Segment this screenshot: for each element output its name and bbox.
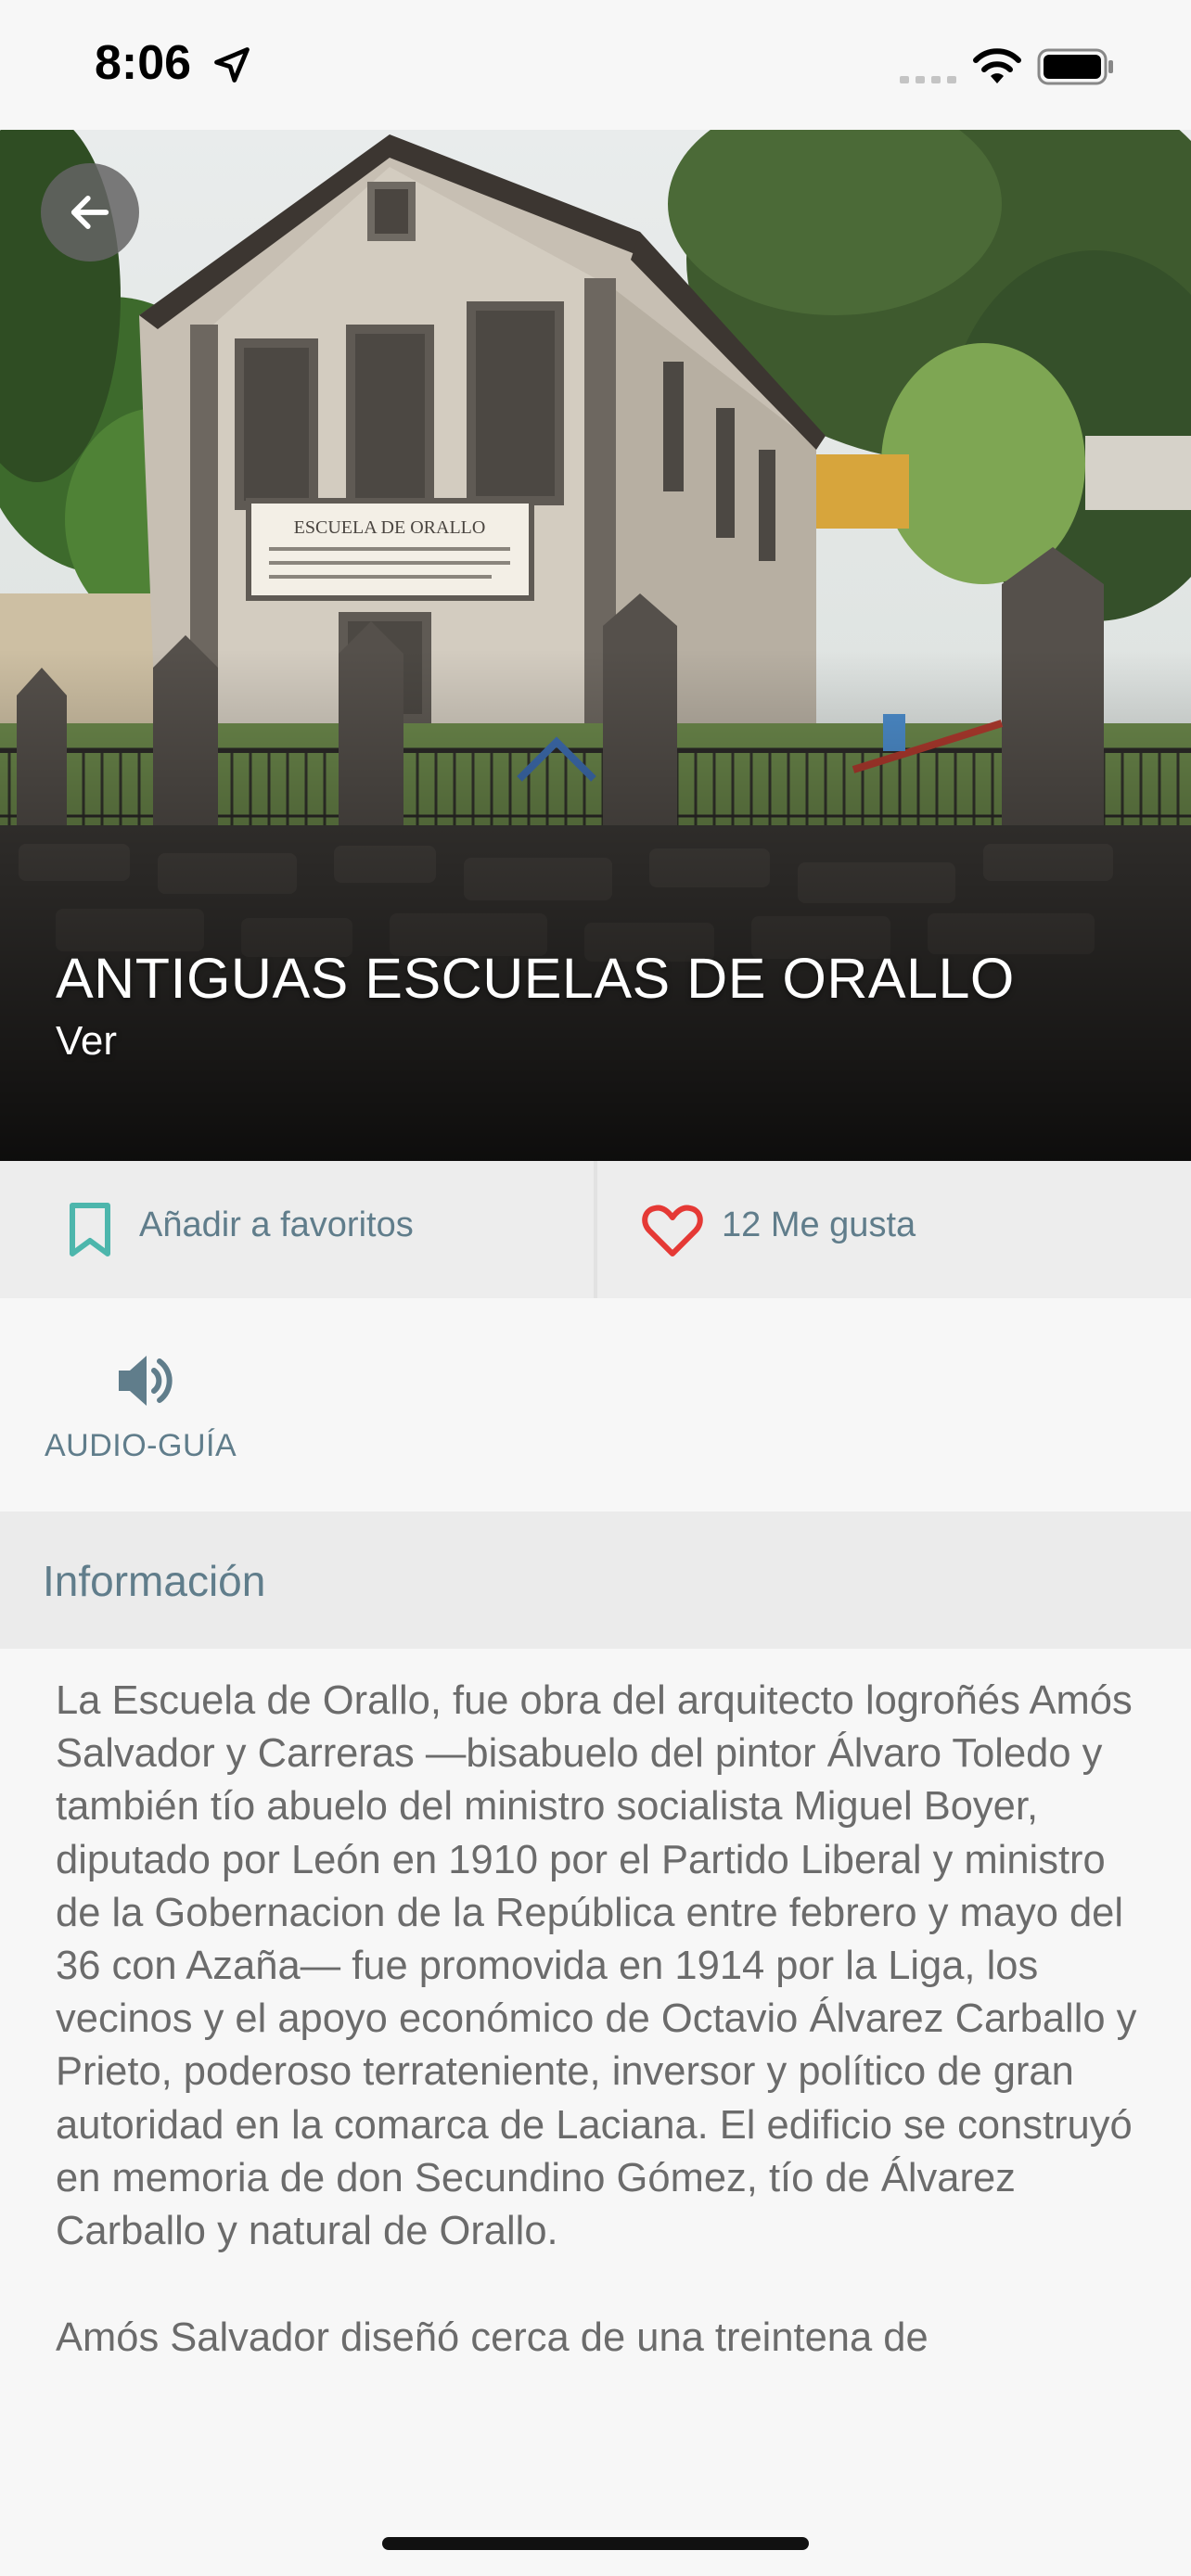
battery-icon [1037,48,1113,85]
wifi-icon [973,48,1021,83]
description-paragraph: Amós Salvador diseñó cerca de una treint… [56,2315,928,2361]
status-bar: 8:06 [0,0,1191,130]
page-title: ANTIGUAS ESCUELAS DE ORALLO [56,947,1015,1010]
signal-icon [900,76,956,83]
status-time: 8:06 [95,36,192,90]
hero-gradient-overlay [0,649,1191,1161]
arrow-left-icon [70,196,109,229]
hero-image: ESCUELA DE ORALLO ANTIGUAS ESCUELAS DE O… [0,130,1191,1161]
location-arrow-icon [214,47,250,83]
favorites-label: Añadir a favoritos [139,1205,414,1244]
heart-icon [642,1205,703,1256]
audio-guide-button[interactable]: AUDIO-GUÍA [28,1335,269,1493]
like-button[interactable]: 12 Me gusta [597,1161,1191,1298]
action-bar: Añadir a favoritos 12 Me gusta [0,1161,1191,1298]
audio-guide-label: AUDIO-GUÍA [45,1428,237,1463]
building-sign-text: ESCUELA DE ORALLO [294,517,486,538]
bookmark-icon [70,1203,110,1256]
audio-guide-section: AUDIO-GUÍA [0,1298,1191,1511]
info-section-header: Información [0,1511,1191,1649]
info-title: Información [43,1557,266,1605]
add-to-favorites-button[interactable]: Añadir a favoritos [0,1161,597,1298]
view-link[interactable]: Ver [56,1018,117,1065]
likes-label: 12 Me gusta [722,1205,916,1244]
home-indicator[interactable] [382,2537,809,2550]
description-paragraph: La Escuela de Orallo, fue obra del arqui… [56,1678,1137,2254]
description-text: La Escuela de Orallo, fue obra del arqui… [56,1675,1150,2418]
speaker-icon [119,1356,173,1406]
back-button[interactable] [41,163,139,261]
